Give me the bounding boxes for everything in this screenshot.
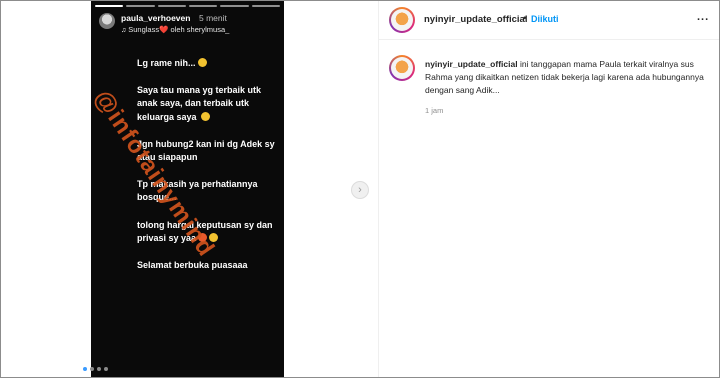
story-music-text: Sunglass❤️ oleh sherylmusa_ bbox=[128, 25, 230, 34]
progress-segment bbox=[157, 5, 186, 7]
chevron-right-icon: › bbox=[358, 183, 362, 196]
post-sidebar: nyinyir_update_official • Diikuti ... ny… bbox=[379, 1, 719, 377]
media-area: paula_verhoeven 5 menit ♫ Sunglass❤️ oleh… bbox=[1, 1, 379, 377]
smile-emoji-icon bbox=[201, 111, 211, 121]
post-caption: nyinyir_update_official ini tanggapan ma… bbox=[425, 58, 719, 97]
caption-username[interactable]: nyinyir_update_official bbox=[425, 59, 518, 69]
story-username: paula_verhoeven bbox=[121, 13, 191, 23]
following-button[interactable]: Diikuti bbox=[531, 14, 559, 24]
instagram-post-window: paula_verhoeven 5 menit ♫ Sunglass❤️ oleh… bbox=[0, 0, 720, 378]
story-avatar bbox=[99, 13, 115, 29]
progress-segment bbox=[220, 5, 249, 7]
story-progress-bar bbox=[95, 5, 280, 7]
story-time: 5 menit bbox=[199, 13, 227, 23]
caption-avatar[interactable] bbox=[389, 55, 415, 81]
post-header: nyinyir_update_official • Diikuti ... bbox=[379, 1, 719, 40]
carousel-dot bbox=[97, 367, 101, 371]
next-slide-button[interactable]: › bbox=[351, 181, 369, 199]
carousel-dots bbox=[83, 367, 108, 371]
progress-segment bbox=[251, 5, 280, 7]
story-line: Saya tau mana yg terbaik utk anak saya, … bbox=[137, 85, 262, 122]
carousel-dot bbox=[90, 367, 94, 371]
progress-segment bbox=[95, 5, 124, 7]
more-options-icon[interactable]: ... bbox=[697, 11, 709, 23]
carousel-dot bbox=[83, 367, 87, 371]
story-screenshot: paula_verhoeven 5 menit ♫ Sunglass❤️ oleh… bbox=[91, 1, 284, 377]
separator-dot: • bbox=[523, 13, 527, 24]
account-avatar[interactable] bbox=[389, 7, 415, 33]
music-note-icon: ♫ bbox=[121, 27, 127, 34]
progress-segment bbox=[126, 5, 155, 7]
account-username[interactable]: nyinyir_update_official bbox=[424, 14, 527, 25]
post-time: 1 jam bbox=[425, 106, 444, 115]
grin-emoji-icon bbox=[197, 58, 207, 67]
story-music-label: ♫ Sunglass❤️ oleh sherylmusa_ bbox=[121, 25, 229, 34]
progress-segment bbox=[188, 5, 218, 7]
carousel-dot bbox=[104, 367, 108, 371]
story-line: Lg rame nih... bbox=[137, 57, 277, 70]
